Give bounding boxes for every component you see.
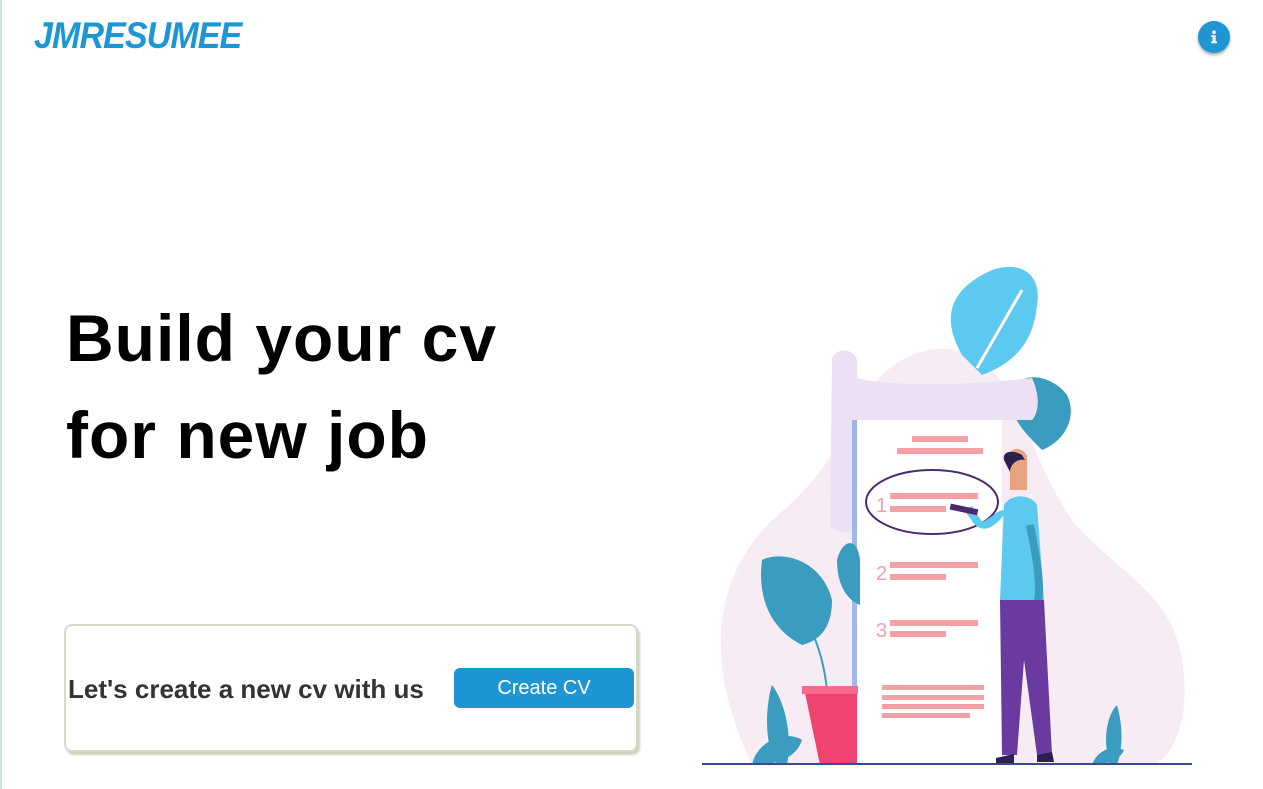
brand-logo[interactable]: JMRESUMEE: [34, 14, 242, 58]
cta-text: Let's create a new cv with us: [68, 674, 424, 704]
resume-illustration: 1 2 3: [702, 266, 1192, 765]
hero-title-line-2: for new job: [66, 398, 429, 472]
list-number-1: 1: [876, 495, 887, 517]
ground-line: [702, 763, 1192, 765]
hero-title: Build your cv for new job: [66, 290, 626, 484]
hero-title-line-1: Build your cv: [66, 301, 498, 375]
info-icon: [1211, 30, 1217, 44]
page: JMRESUMEE Build your cv for new job Let'…: [0, 0, 1263, 789]
create-cv-button[interactable]: Create CV: [454, 668, 634, 708]
list-number-2: 2: [876, 563, 887, 585]
list-number-3: 3: [876, 620, 887, 642]
info-button[interactable]: [1198, 21, 1230, 53]
cta-card: Let's create a new cv with us Create CV: [64, 624, 638, 752]
